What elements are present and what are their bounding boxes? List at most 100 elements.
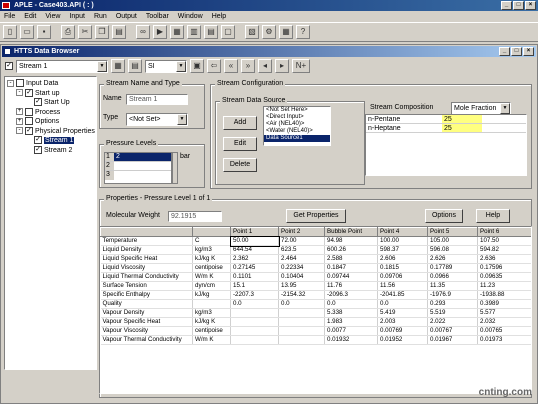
minimize-button[interactable]: _ [501,1,512,10]
data-source-item[interactable]: <Direct Input> [264,114,330,121]
property-value[interactable]: -2154.32 [278,290,325,300]
settings-icon[interactable]: ⚙ [262,25,276,39]
sub-close-button[interactable]: × [523,47,534,56]
property-value[interactable]: -2207.3 [230,290,279,300]
property-value[interactable]: 0.27145 [230,263,279,273]
tree-checkbox[interactable]: ✓ [34,136,42,145]
get-properties-button[interactable]: Get Properties [286,209,346,223]
run-icon[interactable]: ▶ [153,25,167,39]
edit-button[interactable]: Edit [223,137,257,151]
property-value[interactable]: 107.50 [477,236,531,246]
pressure-row[interactable]: 2 [105,162,171,171]
property-value[interactable] [278,308,325,318]
table-row[interactable]: Temperature C 50.00 72.00 94.98 100.00 105.00 1… [100,235,531,247]
tree-checkbox[interactable] [25,117,33,126]
prev-icon[interactable]: ◂ [258,59,272,73]
property-value[interactable]: 11.23 [477,281,531,291]
property-value[interactable]: 0.17596 [477,263,531,273]
back-arrow-icon[interactable]: ⇦ [207,59,221,73]
property-value[interactable]: 623.5 [278,245,325,255]
property-value[interactable]: 0.01932 [324,335,378,345]
column-header[interactable]: Point 2 [278,227,325,237]
property-value[interactable]: 11.56 [377,281,428,291]
open-folder-icon[interactable]: ▭ [20,25,34,39]
last-record-icon[interactable]: » [241,59,255,73]
property-value[interactable]: 594.82 [477,245,531,255]
close-button[interactable]: × [525,1,536,10]
property-value[interactable]: 50.00 [229,235,280,247]
pressure-row[interactable]: 3 [105,171,171,180]
column-header[interactable] [192,227,231,237]
table-row[interactable]: Liquid Density kg/m3 644.54 623.5 600.26 598.… [100,245,531,255]
property-value[interactable]: 0.09744 [324,272,378,282]
property-value[interactable]: 598.37 [377,245,428,255]
property-value[interactable]: 0.01973 [477,335,531,345]
chart-icon[interactable]: ▥ [187,25,201,39]
property-value[interactable]: 0.3989 [477,299,531,309]
column-header[interactable]: Point 1 [230,227,279,237]
collapse-icon[interactable]: - [16,127,23,135]
data-source-item[interactable]: <Water (NEL40)> [264,128,330,135]
property-value[interactable]: 15.1 [230,281,279,291]
pressure-scrollbar[interactable] [172,152,178,184]
cut-icon[interactable]: ✂ [78,25,92,39]
tree-node[interactable]: - ✓ Physical Properties [7,126,95,137]
table-row[interactable]: Liquid Specific Heat kJ/kg K 2.362 2.464 2.5… [100,254,531,264]
tree-checkbox[interactable]: ✓ [25,88,33,97]
delete-button[interactable]: Delete [223,158,257,172]
property-value[interactable] [230,326,279,336]
first-record-icon[interactable]: « [224,59,238,73]
tree-node[interactable]: - ✓ Start up [7,88,94,99]
table-row[interactable]: Liquid Viscosity centipoise 0.27145 0.22334… [100,263,531,273]
property-value[interactable]: 0.09635 [477,272,531,282]
property-value[interactable]: 0.09706 [377,272,428,282]
properties-icon[interactable]: ▧ [245,25,259,39]
new-record-button[interactable]: N+ [292,59,310,73]
options-button[interactable]: Options [425,209,463,223]
collapse-icon[interactable]: - [7,79,14,87]
property-value[interactable] [230,308,279,318]
property-value[interactable]: -2041.85 [377,290,428,300]
property-value[interactable]: 2.032 [477,317,531,327]
menu-toolbar[interactable]: Toolbar [146,11,169,22]
column-header[interactable]: Point 5 [427,227,478,237]
copy-icon[interactable]: ❐ [95,25,109,39]
collapse-icon[interactable]: - [16,89,23,97]
table-row[interactable]: Liquid Thermal Conductivity W/m K 0.1101 0.… [100,272,531,282]
units-edit-icon[interactable]: ▣ [190,59,204,73]
tree-node[interactable]: ✓ Stream 1 [7,136,94,146]
property-value[interactable]: 2.464 [278,254,325,264]
sub-maximize-button[interactable]: □ [511,47,522,56]
property-value[interactable]: -1976.9 [427,290,478,300]
table-row[interactable]: Surface Tension dyn/cm 15.1 13.95 11.76 11.56… [100,281,531,291]
add-button[interactable]: Add [223,116,257,130]
pressure-row[interactable]: 1 2 [105,153,171,162]
column-header[interactable]: Point 4 [377,227,428,237]
property-value[interactable]: 11.76 [324,281,378,291]
property-value[interactable]: 13.95 [278,281,325,291]
stream-select[interactable]: Stream 1 ▼ [16,59,108,73]
help-icon[interactable]: ? [296,25,310,39]
property-value[interactable]: 0.0077 [324,326,378,336]
property-value[interactable]: 0.1815 [377,263,428,273]
property-value[interactable]: 0.1847 [324,263,378,273]
tree-node[interactable]: + Process [7,107,94,118]
property-value[interactable]: 0.1101 [230,272,279,282]
expand-icon[interactable]: + [16,117,23,125]
table-row[interactable]: Quality 0.0 0.0 0.0 0.0 0.293 0.3989 [100,299,531,309]
column-header[interactable] [100,227,193,237]
property-value[interactable]: 2.636 [477,254,531,264]
property-value[interactable]: 2.022 [427,317,478,327]
property-value[interactable]: 596.08 [427,245,478,255]
tree-node[interactable]: - Input Data [7,79,94,89]
property-value[interactable]: 0.00765 [477,326,531,336]
property-value[interactable]: 2.003 [377,317,428,327]
pressure-grid[interactable]: 1 2 2 3 [104,152,172,184]
property-value[interactable]: 100.00 [377,236,428,246]
property-value[interactable]: 5.577 [477,308,531,318]
property-value[interactable]: 600.26 [324,245,378,255]
menu-window[interactable]: Window [178,11,203,22]
property-value[interactable]: 2.588 [324,254,378,264]
next-icon[interactable]: ▸ [275,59,289,73]
menu-output[interactable]: Output [116,11,137,22]
